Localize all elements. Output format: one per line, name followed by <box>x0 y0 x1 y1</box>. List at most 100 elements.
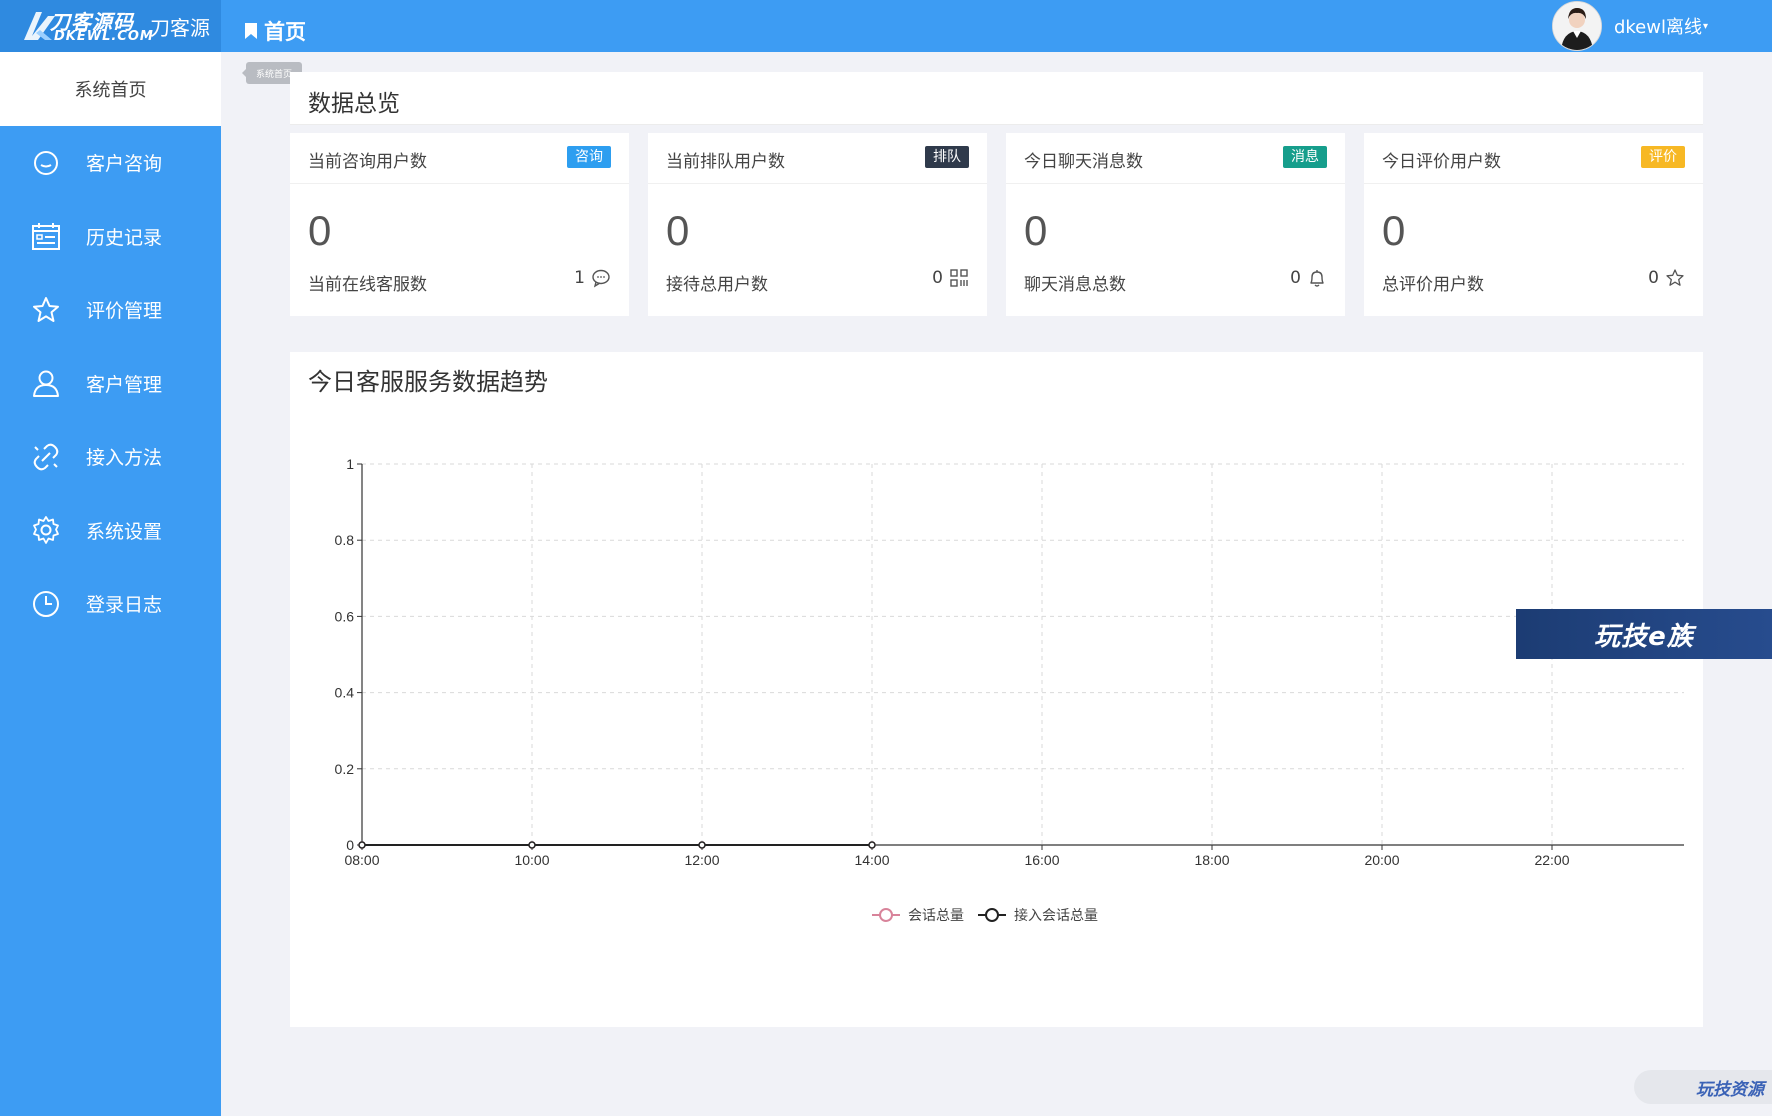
sidebar-item-integration[interactable]: 接入方法 <box>0 420 221 494</box>
stat-card-queue: 当前排队用户数 排队 0 接待总用户数 0 <box>648 133 987 316</box>
x-tick-label: 08:00 <box>344 852 379 868</box>
logo-site-name: 刀客源 <box>150 16 210 40</box>
card-sub-number: 0 <box>1648 268 1659 288</box>
username[interactable]: dkewl离线 <box>1614 13 1702 39</box>
gear-icon <box>30 514 62 546</box>
sidebar-item-consult[interactable]: 客户咨询 <box>0 126 221 200</box>
status-badge: 消息 <box>1283 146 1327 168</box>
avatar-image <box>1552 2 1601 50</box>
calendar-list-icon <box>30 220 62 252</box>
sidebar-item-label: 接入方法 <box>86 447 163 470</box>
promo-banner-text: 玩技e族 <box>1594 621 1694 652</box>
series-point-1 <box>358 841 366 849</box>
stat-card-ratings: 今日评价用户数 评价 0 总评价用户数 0 <box>1364 133 1703 316</box>
card-sub-value: 1 <box>574 268 611 288</box>
x-tick-label: 10:00 <box>514 852 549 868</box>
series-point-1 <box>868 841 876 849</box>
card-header: 今日聊天消息数 消息 <box>1006 133 1345 184</box>
sidebar-item-home[interactable]: 系统首页 <box>0 52 221 126</box>
card-sub-label: 总评价用户数 <box>1382 275 1484 295</box>
top-header: 刀客源码 DKEWL.COM 刀客源 首页 dkewl离线 ▾ <box>0 0 1772 52</box>
x-tick-label: 16:00 <box>1024 852 1059 868</box>
user-menu[interactable]: dkewl离线 ▾ <box>1551 0 1708 52</box>
sidebar-item-label: 客户管理 <box>86 373 163 396</box>
sidebar-item-label: 登录日志 <box>86 594 163 617</box>
status-badge: 排队 <box>925 146 969 168</box>
trend-chart[interactable]: 0 0.2 0.4 0.6 0.8 1 08:00 10:00 12:00 14:00 16:00 1… <box>290 352 1703 1027</box>
card-label: 当前咨询用户数 <box>308 152 427 172</box>
page-title-text: 首页 <box>264 20 306 44</box>
status-badge: 咨询 <box>567 146 611 168</box>
card-sub-value: 0 <box>1290 268 1327 288</box>
legend-label: 会话总量 <box>908 908 964 924</box>
tab-label: 系统首页 <box>255 69 292 80</box>
watermark-text: 玩技资源 <box>1696 1079 1764 1100</box>
y-tick-label: 0.4 <box>335 685 355 701</box>
chevron-down-icon[interactable]: ▾ <box>1703 21 1708 32</box>
clock-icon <box>30 588 62 620</box>
y-tick-label: 1 <box>346 456 354 472</box>
y-tick-label: 0.2 <box>335 761 355 777</box>
x-tick-label: 20:00 <box>1364 852 1399 868</box>
card-sub-label: 聊天消息总数 <box>1024 275 1126 295</box>
watermark: 玩技资源 <box>1634 1070 1772 1104</box>
stat-card-messages: 今日聊天消息数 消息 0 聊天消息总数 0 <box>1006 133 1345 316</box>
sidebar-item-history[interactable]: 历史记录 <box>0 200 221 274</box>
bell-icon <box>1310 270 1324 287</box>
y-tick-label: 0.6 <box>335 608 355 624</box>
sidebar-item-customers[interactable]: 客户管理 <box>0 347 221 421</box>
series-point-1 <box>698 841 706 849</box>
qrcode-icon <box>950 269 968 287</box>
legend-label: 接入会话总量 <box>1014 907 1098 924</box>
card-sub-number: 1 <box>574 268 585 288</box>
legend-marker-1 <box>985 908 999 922</box>
sidebar-item-label: 评价管理 <box>86 300 163 323</box>
card-value: 0 <box>666 207 690 254</box>
link-icon <box>30 441 62 473</box>
page-title: 首页 <box>244 17 306 45</box>
card-sub-label: 接待总用户数 <box>666 275 768 295</box>
logo-url-text: DKEWL.COM <box>54 29 154 44</box>
x-tick-label: 12:00 <box>684 852 719 868</box>
sidebar-item-rating[interactable]: 评价管理 <box>0 273 221 347</box>
card-header: 当前排队用户数 排队 <box>648 133 987 184</box>
x-tick-label: 14:00 <box>854 852 889 868</box>
promo-banner[interactable]: 玩技e族 <box>1516 609 1772 659</box>
sidebar: 系统首页 客户咨询 历史记录 评价管理 客户管理 接入方法 系统设置 登录日志 <box>0 52 221 1116</box>
logo[interactable]: 刀客源码 DKEWL.COM 刀客源 <box>0 0 221 52</box>
star-outline-icon <box>1666 269 1684 286</box>
card-sub-number: 0 <box>932 268 943 288</box>
card-sub-value: 0 <box>932 268 969 288</box>
avatar[interactable] <box>1551 1 1602 51</box>
sidebar-item-settings[interactable]: 系统设置 <box>0 494 221 568</box>
sidebar-item-login-log[interactable]: 登录日志 <box>0 567 221 641</box>
sidebar-item-label: 系统设置 <box>86 520 163 543</box>
y-tick-label: 0.8 <box>335 532 355 548</box>
bookmark-icon <box>245 23 257 39</box>
sidebar-item-label: 历史记录 <box>86 226 163 249</box>
user-icon <box>30 367 62 399</box>
card-sub-number: 0 <box>1290 268 1301 288</box>
card-value: 0 <box>1382 207 1406 254</box>
card-value: 0 <box>308 207 332 254</box>
overview-header: 数据总览 <box>290 72 1703 125</box>
trend-chart-panel: 今日客服服务数据趋势 0 0.2 0.4 0.6 0.8 1 08:00 10:00 12:00… <box>290 352 1703 1027</box>
series-point-1 <box>528 841 536 849</box>
card-header: 今日评价用户数 评价 <box>1364 133 1703 184</box>
star-icon <box>30 294 62 326</box>
card-label: 今日聊天消息数 <box>1024 152 1143 172</box>
card-label: 当前排队用户数 <box>666 152 785 172</box>
card-sub-value: 0 <box>1648 268 1685 288</box>
x-tick-label: 18:00 <box>1194 852 1229 868</box>
card-sub-label: 当前在线客服数 <box>308 275 427 295</box>
status-badge: 评价 <box>1641 146 1685 168</box>
card-header: 当前咨询用户数 咨询 <box>290 133 629 184</box>
sidebar-item-label: 系统首页 <box>74 80 147 101</box>
card-value: 0 <box>1024 207 1048 254</box>
sidebar-item-label: 客户咨询 <box>86 153 163 176</box>
legend-marker-0 <box>879 908 893 922</box>
y-tick-label: 0 <box>346 837 354 853</box>
stat-card-consult: 当前咨询用户数 咨询 0 当前在线客服数 1 <box>290 133 629 316</box>
chat-bubble-icon <box>30 147 62 179</box>
card-label: 今日评价用户数 <box>1382 152 1501 172</box>
